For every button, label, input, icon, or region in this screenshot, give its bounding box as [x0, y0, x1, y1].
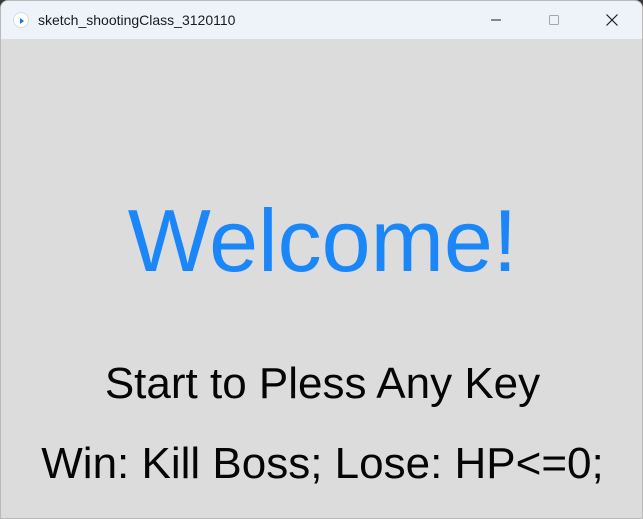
- start-prompt: Start to Pless Any Key: [104, 359, 541, 408]
- minimize-icon: [491, 19, 501, 21]
- window-title: sketch_shootingClass_3120110: [38, 12, 236, 28]
- maximize-button[interactable]: [531, 1, 577, 39]
- close-button[interactable]: [589, 1, 635, 39]
- welcome-heading: Welcome!: [127, 191, 518, 290]
- game-canvas[interactable]: Welcome! Start to Pless Any Key Win: Kil…: [1, 39, 642, 518]
- title-bar[interactable]: sketch_shootingClass_3120110: [1, 1, 642, 39]
- processing-play-icon: [13, 12, 29, 28]
- game-rules: Win: Kill Boss; Lose: HP<=0;: [41, 439, 604, 488]
- minimize-button[interactable]: [473, 1, 519, 39]
- app-window: sketch_shootingClass_3120110 Welcome! St…: [0, 0, 643, 519]
- close-icon: [606, 14, 618, 26]
- maximize-icon: [549, 15, 559, 25]
